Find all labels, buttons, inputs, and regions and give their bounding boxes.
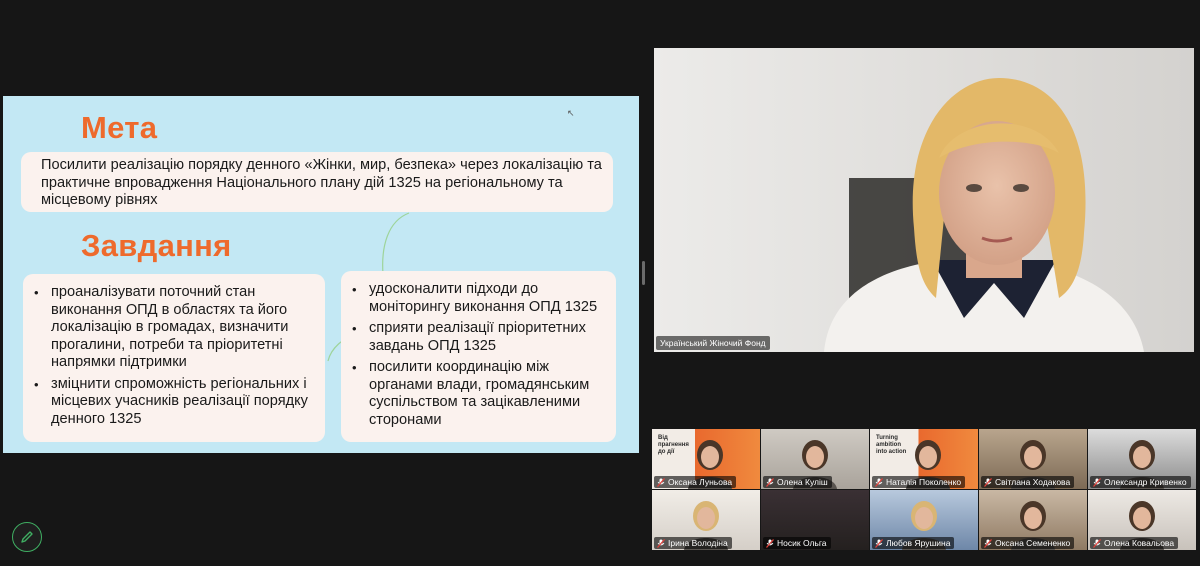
participant-tile[interactable]: Від прагнення до дії Оксана Луньова [652,429,760,489]
participant-tile[interactable]: Олександр Кривенко [1088,429,1196,489]
mic-off-icon [766,538,774,548]
task-item: • зміцнити спроможність регіональних і мі… [34,375,308,427]
task-item: • удосконалити підходи до моніторингу вик… [352,281,598,315]
mic-off-icon [766,477,774,487]
tasks-heading: Завдання [81,228,232,263]
participant-name: Олена Ковальова [1104,538,1175,548]
mic-off-icon [984,538,992,548]
tasks-card-right: • удосконалити підходи до моніторингу вик… [341,271,616,442]
participant-tile[interactable]: Світлана Ходакова [979,429,1087,489]
participant-name-tag: Оксана Луньова [654,476,737,488]
participant-name: Олександр Кривенко [1104,477,1187,487]
participant-name-tag: Носик Ольга [763,537,831,549]
participant-name: Носик Ольга [777,538,827,548]
mic-off-icon [1093,477,1101,487]
speaker-avatar [654,48,1194,352]
participant-name: Оксана Семененко [995,538,1071,548]
participant-name: Оксана Луньова [668,477,733,487]
mic-off-icon [657,538,665,548]
mic-off-icon [875,477,883,487]
participant-name-tag: Олена Ковальова [1090,537,1179,549]
participant-name-tag: Олена Куліш [763,476,832,488]
meeting-window: ↖ Мета Посилити реалізацію порядку денно… [0,0,1200,566]
participant-name: Любов Ярушина [886,538,951,548]
task-item: • проаналізувати поточний стан виконання … [34,284,289,370]
task-item: • посилити координацію між органами влади… [352,359,590,428]
mic-off-icon [657,477,665,487]
task-item: • сприяти реалізації пріоритетних завдань… [352,320,586,354]
participant-name-tag: Ірина Володіна [654,537,732,549]
goal-heading: Мета [81,110,158,145]
participant-tile[interactable]: Носик Ольга [761,490,869,550]
split-resize-handle[interactable] [642,261,645,285]
participant-tile[interactable]: Ірина Володіна [652,490,760,550]
participant-name-tag: Наталія Поколенко [872,476,966,488]
shared-slide: ↖ Мета Посилити реалізацію порядку денно… [3,96,639,453]
speaker-video[interactable]: Український Жіночий Фонд [654,48,1194,352]
participant-tile[interactable]: Олена Куліш [761,429,869,489]
mic-off-icon [984,477,992,487]
mic-off-icon [875,538,883,548]
participant-name: Наталія Поколенко [886,477,962,487]
mic-off-icon [1093,538,1101,548]
speaker-name-tag: Український Жіночий Фонд [656,336,770,350]
participant-name: Світлана Ходакова [995,477,1071,487]
participant-tile[interactable]: Олена Ковальова [1088,490,1196,550]
mouse-cursor-icon: ↖ [567,108,575,118]
goal-text: Посилити реалізацію порядку денного «Жін… [41,157,602,208]
participant-tile[interactable]: Любов Ярушина [870,490,978,550]
annotate-button[interactable] [12,522,42,552]
participant-tile[interactable]: Оксана Семененко [979,490,1087,550]
goal-card: Посилити реалізацію порядку денного «Жін… [21,152,613,212]
participant-tile[interactable]: Turning ambition into action Наталія Поко… [870,429,978,489]
participant-name: Олена Куліш [777,477,828,487]
pencil-icon [21,531,33,543]
participant-name-tag: Світлана Ходакова [981,476,1075,488]
tasks-card-left: • проаналізувати поточний стан виконання … [23,274,325,442]
participant-name-tag: Любов Ярушина [872,537,955,549]
participant-name: Ірина Володіна [668,538,728,548]
participant-name-tag: Оксана Семененко [981,537,1075,549]
participant-name-tag: Олександр Кривенко [1090,476,1191,488]
